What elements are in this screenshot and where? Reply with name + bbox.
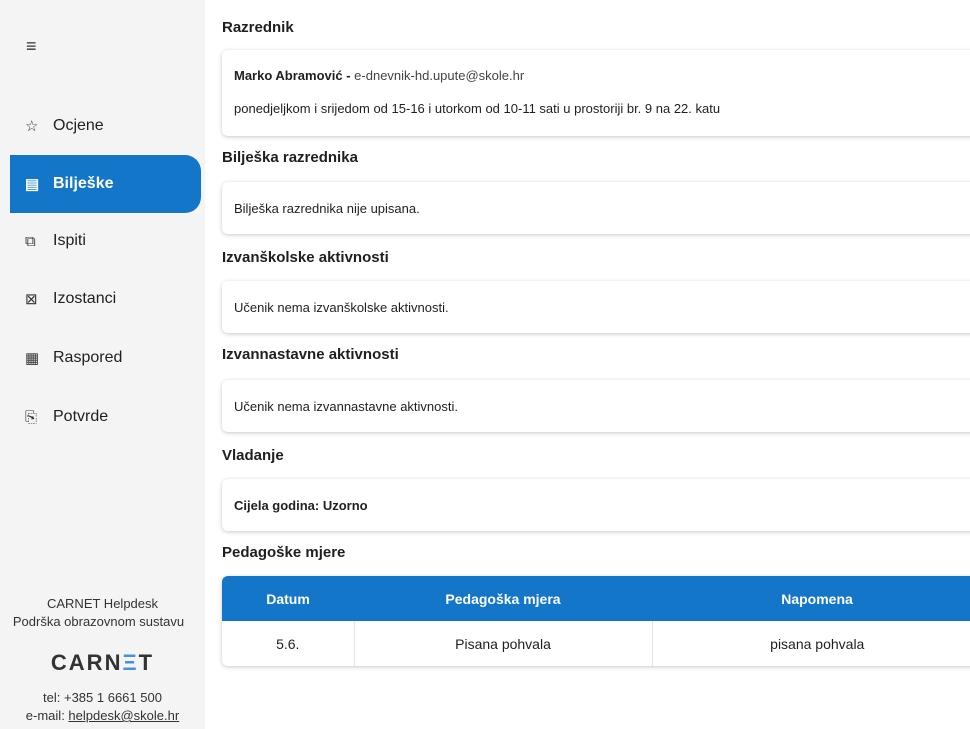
razrednik-email: e-dnevnik-hd.upute@skole.hr [350,68,525,83]
sidebar-item-label: Raspored [53,349,123,366]
section-title-izvanskolske: Izvanškolske aktivnosti [222,249,389,266]
menu-icon[interactable]: ≡ [26,36,37,57]
razrednik-hours: ponedjeljkom i srijedom od 15-16 i utork… [234,101,721,116]
calendar-grid-icon: ▦ [25,350,40,367]
col-header-mjera[interactable]: Pedagoška mjera [354,576,652,621]
cell-mjera: Pisana pohvala [354,621,653,666]
vladanje-text: Cijela godina: Uzorno [234,498,368,513]
section-title-razrednik: Razrednik [222,19,294,36]
izvannastavne-text: Učenik nema izvannastavne aktivnosti. [234,399,459,414]
helpdesk-phone: tel: +385 1 6661 500 [43,690,162,705]
helpdesk-title: CARNET Helpdesk [46,596,159,611]
section-title-biljeska: Bilješka razrednika [222,149,358,166]
sidebar-item-izostanci[interactable]: ⊠ Izostanci [10,270,201,328]
section-title-pedagoske: Pedagoške mjere [222,544,346,561]
razrednik-name: Marko Abramović - [234,68,351,83]
cell-napomena: pisana pohvala [770,635,865,652]
helpdesk-email-link[interactable]: helpdesk@skole.hr [68,708,179,723]
pedagoske-table: Datum Pedagoška mjera Napomena 5.6. Pisa… [222,576,970,666]
razrednik-card: Marko Abramović - e-dnevnik-hd.upute@sko… [222,50,970,136]
cell-datum: 5.6. [222,621,355,666]
izvanskolske-card: Učenik nema izvanškolske aktivnosti. [222,281,970,333]
vladanje-card: Cijela godina: Uzorno [222,479,970,531]
sidebar-item-label: Ocjene [53,117,104,134]
carnet-logo: CARNΞT [50,650,155,675]
sidebar-item-ispiti[interactable]: ⧉ Ispiti [10,212,201,270]
sidebar-item-ocjene[interactable]: ☆ Ocjene [10,97,201,155]
pdf-file-icon: ⎘ [25,408,38,426]
copy-icon: ⧉ [25,232,36,250]
helpdesk-subtitle: Podrška obrazovnom sustavu [12,614,185,629]
sidebar-item-label: Izostanci [53,290,117,307]
col-header-datum[interactable]: Datum [222,576,354,621]
star-icon: ☆ [25,118,39,135]
col-header-napomena[interactable]: Napomena [652,576,970,621]
sidebar-item-biljeske[interactable]: ▤ Bilješke [10,155,201,213]
sidebar-item-label: Potvrde [53,408,109,425]
notes-icon: ▤ [25,176,40,193]
izvanskolske-text: Učenik nema izvanškolske aktivnosti. [234,300,449,315]
calendar-off-icon: ⊠ [25,291,38,308]
izvannastavne-card: Učenik nema izvannastavne aktivnosti. [222,380,970,432]
sidebar-item-label: Bilješke [53,175,114,192]
sidebar: ≡ ☆ Ocjene ▤ Bilješke ⧉ Ispiti ⊠ Izostan… [0,0,205,729]
sidebar-item-label: Ispiti [53,232,86,249]
sidebar-item-raspored[interactable]: ▦ Raspored [10,329,201,387]
section-title-vladanje: Vladanje [222,447,284,464]
sidebar-item-potvrde[interactable]: ⎘ Potvrde [10,388,201,446]
biljeska-card: Bilješka razrednika nije upisana. [222,182,970,234]
biljeska-text: Bilješka razrednika nije upisana. [234,201,420,216]
table-row: 5.6. Pisana pohvala pisana pohvala [222,621,970,666]
helpdesk-email: e-mail: helpdesk@skole.hr [25,708,180,723]
section-title-izvannastavne: Izvannastavne aktivnosti [222,346,399,363]
